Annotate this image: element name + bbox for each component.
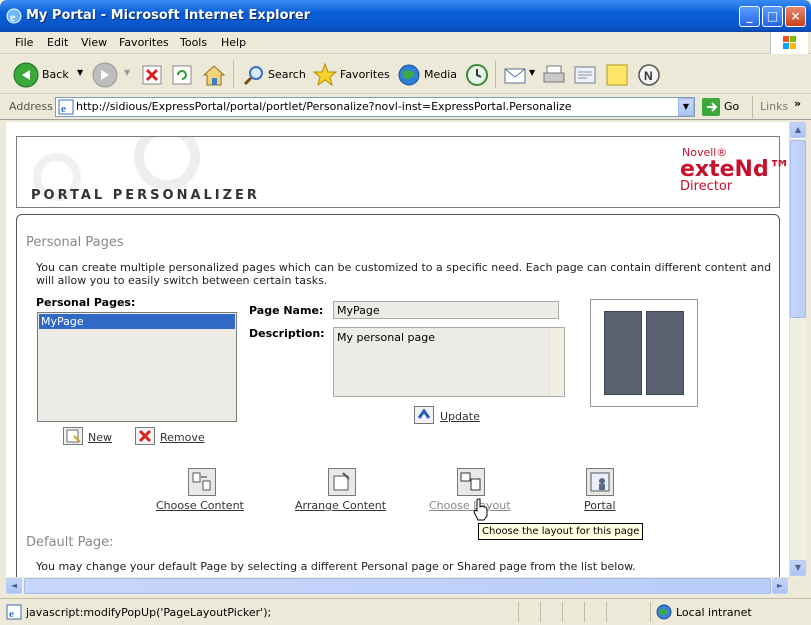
address-label: Address <box>9 100 53 113</box>
edit-icon[interactable] <box>573 63 599 87</box>
horizontal-scroll-thumb[interactable] <box>24 578 771 594</box>
scroll-left-icon[interactable]: ◄ <box>6 578 22 594</box>
menu-file[interactable]: File <box>15 36 33 49</box>
remove-icon[interactable] <box>135 427 155 445</box>
favorites-label[interactable]: Favorites <box>340 68 390 81</box>
status-bar: e javascript:modifyPopUp('PageLayoutPick… <box>0 598 811 625</box>
print-icon[interactable] <box>542 63 568 87</box>
status-text: javascript:modifyPopUp('PageLayoutPicker… <box>26 606 272 619</box>
layout-preview <box>590 299 698 407</box>
personalizer-panel: Personal Pages You can create multiple p… <box>16 214 780 577</box>
page-content: PORTAL PERSONALIZER Novell® exteNd™ Dire… <box>6 122 789 577</box>
media-globe-icon[interactable] <box>397 62 423 88</box>
toolbar: Back ▼ ▼ Search Favorites Media ▼ N <box>0 55 811 94</box>
portal-icon[interactable] <box>586 468 614 496</box>
default-page-text: You may change your default Page by sele… <box>36 560 636 573</box>
svg-text:e: e <box>10 10 16 24</box>
scroll-down-icon[interactable]: ▼ <box>790 560 806 576</box>
address-dropdown-icon[interactable]: ▼ <box>678 98 694 116</box>
close-button[interactable]: × <box>785 6 806 27</box>
choose-layout-link[interactable]: Choose Layout <box>429 499 511 512</box>
page-name-input[interactable]: MyPage <box>333 301 559 319</box>
scroll-right-icon[interactable]: ► <box>772 578 788 594</box>
menu-edit[interactable]: Edit <box>47 36 68 49</box>
description-scrollbar[interactable] <box>549 328 564 396</box>
minimize-button[interactable]: _ <box>739 6 760 27</box>
links-label[interactable]: Links <box>760 100 788 113</box>
back-label[interactable]: Back <box>42 68 69 81</box>
back-arrow-icon[interactable] <box>13 62 39 88</box>
personal-pages-intro: You can create multiple personalized pag… <box>36 261 772 287</box>
svg-text:e: e <box>61 103 66 115</box>
vertical-scroll-thumb[interactable] <box>790 140 806 318</box>
go-arrow-icon[interactable] <box>702 98 720 116</box>
address-url[interactable]: http://sidious/ExpressPortal/portal/port… <box>76 100 676 113</box>
svg-text:N: N <box>644 69 653 83</box>
brand-director: Director <box>680 179 733 194</box>
maximize-button[interactable]: □ <box>762 6 783 27</box>
portal-title: PORTAL PERSONALIZER <box>31 188 260 203</box>
refresh-icon[interactable] <box>171 64 193 86</box>
personal-pages-heading: Personal Pages <box>26 235 124 250</box>
page-icon: e <box>58 99 74 115</box>
links-chevron-icon[interactable]: » <box>794 97 801 110</box>
menu-bar: File Edit View Favorites Tools Help <box>0 32 811 54</box>
list-item[interactable]: MyPage <box>39 314 235 329</box>
status-page-icon: e <box>6 604 22 620</box>
menu-tools[interactable]: Tools <box>180 36 207 49</box>
portal-link[interactable]: Portal <box>584 499 616 512</box>
menu-favorites[interactable]: Favorites <box>119 36 169 49</box>
update-link[interactable]: Update <box>440 410 480 423</box>
search-icon[interactable] <box>242 63 266 87</box>
favorites-star-icon[interactable] <box>312 62 338 88</box>
forward-arrow-icon[interactable] <box>92 62 118 88</box>
arrange-content-icon[interactable] <box>328 468 356 496</box>
history-icon[interactable] <box>464 62 490 88</box>
remove-link[interactable]: Remove <box>160 431 205 444</box>
menu-help[interactable]: Help <box>221 36 246 49</box>
update-icon[interactable] <box>414 406 434 424</box>
scroll-up-icon[interactable]: ▲ <box>790 122 806 138</box>
new-page-icon[interactable] <box>63 427 83 445</box>
mail-icon[interactable] <box>503 63 529 87</box>
tooltip: Choose the layout for this page <box>478 523 644 540</box>
search-label[interactable]: Search <box>268 68 306 81</box>
hand-cursor-icon <box>473 498 488 521</box>
horizontal-scrollbar[interactable]: ◄ ► <box>6 578 789 595</box>
choose-content-link[interactable]: Choose Content <box>156 499 244 512</box>
home-icon[interactable] <box>201 62 227 88</box>
personal-pages-listbox[interactable]: MyPage <box>37 312 237 422</box>
messenger-icon[interactable]: N <box>636 62 662 88</box>
layout-column <box>646 311 684 395</box>
personal-pages-list-label: Personal Pages: <box>36 296 136 309</box>
choose-content-icon[interactable] <box>188 468 216 496</box>
go-button[interactable]: Go <box>724 100 739 113</box>
description-textarea[interactable]: My personal page <box>333 327 565 397</box>
default-page-heading: Default Page: <box>26 535 114 550</box>
layout-column <box>604 311 642 395</box>
portal-banner: PORTAL PERSONALIZER Novell® exteNd™ Dire… <box>16 136 789 208</box>
zone-text: Local intranet <box>676 606 752 619</box>
mail-dropdown-icon[interactable]: ▼ <box>529 68 535 77</box>
new-link[interactable]: New <box>88 431 112 444</box>
discuss-note-icon[interactable] <box>604 62 630 88</box>
description-label: Description: <box>249 327 325 340</box>
back-dropdown-icon[interactable]: ▼ <box>77 68 83 77</box>
intranet-globe-icon <box>656 604 672 620</box>
description-text: My personal page <box>337 331 435 344</box>
arrange-content-link[interactable]: Arrange Content <box>295 499 386 512</box>
forward-dropdown-icon[interactable]: ▼ <box>124 68 130 77</box>
page-name-label: Page Name: <box>249 304 324 317</box>
media-label[interactable]: Media <box>424 68 457 81</box>
windows-logo-icon <box>770 32 808 54</box>
vertical-scrollbar[interactable]: ▲ ▼ <box>789 122 806 577</box>
stop-icon[interactable] <box>141 64 163 86</box>
svg-text:e: e <box>9 608 14 620</box>
window-title: My Portal - Microsoft Internet Explorer <box>26 8 311 23</box>
ie-logo-icon: e <box>6 8 22 24</box>
menu-view[interactable]: View <box>81 36 107 49</box>
choose-layout-icon[interactable] <box>457 468 485 496</box>
